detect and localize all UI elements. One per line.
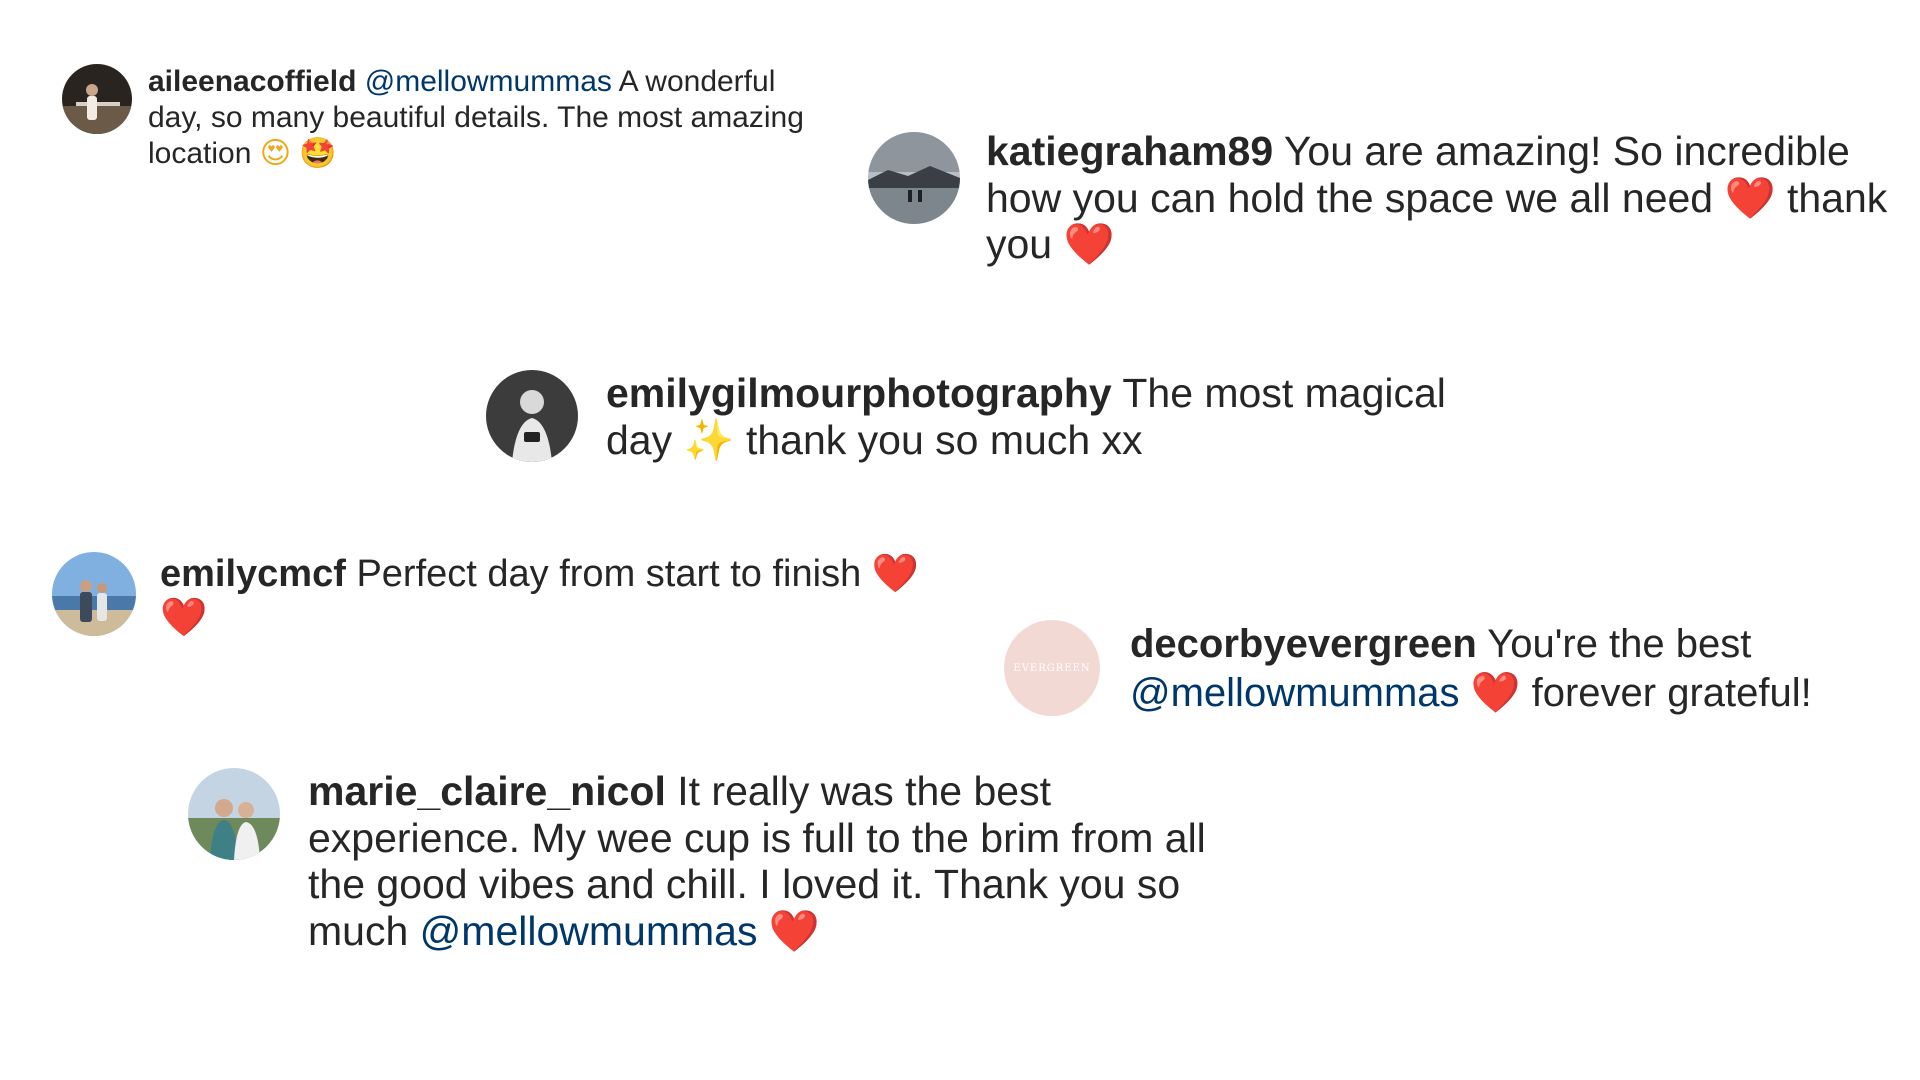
avatar-photo-icon: [486, 370, 578, 462]
comment-aileenacoffield: aileenacoffield @mellowmummas A wonderfu…: [62, 64, 842, 172]
comment-decorbyevergreen: EVERGREEN decorbyevergreen You're the be…: [1004, 620, 1904, 718]
username[interactable]: decorbyevergreen: [1130, 622, 1477, 666]
username[interactable]: katiegraham89: [986, 128, 1273, 174]
sparkles-emoji-icon: ✨: [683, 415, 735, 464]
comment-body: Perfect day from start to finish: [356, 553, 862, 595]
avatar[interactable]: [868, 132, 960, 224]
avatar[interactable]: [486, 370, 578, 462]
avatar[interactable]: [52, 552, 136, 636]
avatar-photo-icon: [52, 552, 136, 636]
username[interactable]: emilygilmourphotography: [606, 370, 1112, 416]
username[interactable]: emilycmcf: [160, 553, 346, 595]
comment-body-2: forever grateful!: [1531, 670, 1812, 715]
red-heart-emoji-icon: ❤️: [160, 595, 208, 640]
comment-text: emilycmcf Perfect day from start to fini…: [160, 551, 940, 641]
avatar-photo-icon: [188, 768, 280, 860]
mention-link[interactable]: @mellowmummas: [365, 65, 612, 98]
avatar[interactable]: EVERGREEN: [1004, 620, 1100, 716]
comment-text: marie_claire_nicol It really was the bes…: [308, 768, 1228, 955]
red-heart-emoji-icon: ❤️: [1724, 173, 1776, 222]
evergreen-logo: EVERGREEN: [1013, 662, 1091, 674]
red-heart-emoji-icon: ❤️: [1470, 669, 1521, 716]
comment-body: You're the best: [1487, 622, 1752, 666]
mention-link[interactable]: @mellowmummas: [1130, 671, 1460, 715]
comment-text: aileenacoffield @mellowmummas A wonderfu…: [148, 64, 828, 172]
comment-marie_claire_nicol: marie_claire_nicol It really was the bes…: [188, 768, 1248, 955]
comment-katiegraham89: katiegraham89 You are amazing! So incred…: [868, 128, 1908, 268]
avatar-photo-icon: [62, 64, 132, 134]
red-heart-emoji-icon: ❤️: [768, 907, 820, 956]
comment-text: emilygilmourphotography The most magical…: [606, 370, 1476, 463]
comment-text: katiegraham89 You are amazing! So incred…: [986, 128, 1906, 268]
comment-emilygilmourphotography: emilygilmourphotography The most magical…: [486, 370, 1486, 463]
comment-emilycmcf: emilycmcf Perfect day from start to fini…: [52, 551, 952, 641]
mention-link[interactable]: @mellowmummas: [420, 908, 758, 954]
star-struck-emoji-icon: 🤩: [299, 136, 337, 171]
username[interactable]: aileenacoffield: [148, 65, 356, 98]
comment-text: decorbyevergreen You're the best @mellow…: [1130, 620, 1904, 718]
red-heart-emoji-icon: ❤️: [871, 551, 920, 595]
heart-eyes-emoji-icon: 😍: [259, 136, 292, 171]
username[interactable]: marie_claire_nicol: [308, 768, 666, 814]
comment-body-2: thank you so much xx: [745, 416, 1143, 463]
avatar[interactable]: [62, 64, 132, 134]
red-heart-emoji-icon: ❤️: [1063, 220, 1115, 269]
avatar[interactable]: [188, 768, 280, 860]
avatar-photo-icon: [868, 132, 960, 224]
